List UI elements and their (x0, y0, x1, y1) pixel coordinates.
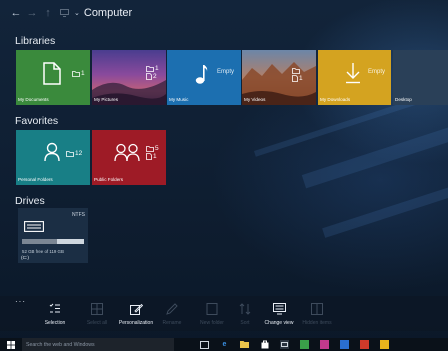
tile-label: Public Folders (94, 177, 124, 182)
drive-letter: (C:) (21, 256, 29, 261)
picture-counts: 1 2 (146, 65, 159, 80)
search-placeholder: Search the web and Windows (26, 341, 95, 348)
up-arrow-icon: ↑ (45, 7, 51, 19)
document-small-icon (146, 153, 152, 160)
red-app-icon[interactable] (360, 340, 369, 349)
selection-button[interactable]: Selection (32, 302, 78, 326)
folder-count: 1 (72, 70, 85, 77)
computer-location-button[interactable] (56, 3, 72, 23)
computer-app-icon[interactable] (280, 340, 289, 349)
command-label: Select all (86, 320, 108, 326)
edge-icon[interactable]: e (220, 340, 229, 349)
empty-label: Empty (217, 69, 235, 75)
drive-usage-bar (22, 239, 84, 244)
tile-label: My Videos (244, 97, 266, 102)
title-bar: ← → ↑ ⌄ Computer (0, 0, 448, 26)
command-label: New folder (200, 320, 224, 326)
window-title: Computer (83, 7, 133, 19)
back-arrow-icon: ← (10, 7, 22, 19)
forward-button[interactable]: → (24, 3, 40, 23)
change-view-icon (272, 302, 286, 314)
libraries-heading: Libraries (15, 35, 56, 47)
tile-label: My Downloads (320, 97, 351, 102)
rename-icon (166, 302, 178, 315)
favorite-tile-public-folders[interactable]: 5 1 Public Folders (92, 130, 166, 185)
green-app-icon[interactable] (300, 340, 309, 349)
drives-heading: Drives (15, 195, 45, 207)
filesystem-label: NTFS (71, 212, 85, 218)
hard-drive-icon (24, 221, 44, 232)
forward-arrow-icon: → (26, 7, 38, 19)
folder-count: 12 (66, 150, 82, 157)
tile-label: My Music (169, 97, 189, 102)
start-button[interactable] (0, 338, 22, 351)
location-dropdown[interactable]: ⌄ Computer (74, 7, 132, 19)
hidden-items-button[interactable]: Hidden items (294, 302, 340, 326)
command-label: Rename (162, 320, 182, 326)
monitor-icon (59, 9, 69, 17)
chevron-down-icon: ⌄ (74, 10, 80, 17)
drive-free-space: 52 GB free of 119 GB (22, 249, 64, 254)
video-counts: 1 (292, 68, 303, 82)
library-tile-desktop[interactable]: Desktop (393, 50, 448, 105)
tile-label: Personal Folders (18, 177, 53, 182)
document-small-icon (146, 73, 152, 80)
taskbar-search-box[interactable]: Search the web and Windows (22, 338, 174, 351)
tile-label: My Documents (18, 97, 49, 102)
task-view-icon[interactable] (200, 340, 209, 349)
back-button[interactable]: ← (8, 3, 24, 23)
empty-label: Empty (368, 69, 386, 75)
hidden-items-icon (311, 302, 323, 315)
blue-app-icon[interactable] (340, 340, 349, 349)
download-arrow-icon (346, 63, 360, 84)
command-label: Selection (44, 320, 66, 326)
taskbar: Search the web and Windows e (0, 338, 448, 351)
library-tile-videos[interactable]: 1 My Videos (242, 50, 316, 105)
folder-icon (292, 68, 300, 74)
taskbar-apps: e (200, 340, 389, 349)
folder-icon (146, 65, 154, 72)
folder-icon (146, 145, 154, 152)
library-tile-pictures[interactable]: 1 2 My Pictures (92, 50, 166, 105)
magenta-app-icon[interactable] (320, 340, 329, 349)
store-icon[interactable] (260, 340, 269, 349)
tile-label: My Pictures (94, 97, 118, 102)
favorite-tile-personal-folders[interactable]: 12 Personal Folders (16, 130, 90, 185)
command-label: Change view (264, 320, 294, 326)
favorites-heading: Favorites (15, 115, 59, 127)
people-icon (114, 143, 140, 162)
folder-icon (66, 150, 74, 157)
person-icon (44, 142, 60, 162)
command-label: Personalization (118, 320, 154, 326)
new-folder-icon (206, 302, 218, 315)
library-tile-downloads[interactable]: Empty My Downloads (318, 50, 391, 105)
command-label: Hidden items (302, 320, 332, 326)
up-button[interactable]: ↑ (40, 3, 56, 23)
command-label: Sort (240, 320, 250, 326)
windows-logo-icon (7, 340, 15, 349)
yellow-app-icon[interactable] (380, 340, 389, 349)
selection-icon (49, 303, 60, 313)
library-tile-documents[interactable]: 1 My Documents (16, 50, 90, 105)
sort-icon (239, 302, 251, 315)
tile-label: Desktop (395, 97, 412, 102)
drive-tile-c[interactable]: NTFS 52 GB free of 119 GB (C:) (18, 208, 88, 263)
drive-usage-fill (22, 239, 57, 244)
music-note-icon (195, 65, 208, 84)
more-options-button[interactable]: ··· (15, 297, 26, 306)
document-small-icon (292, 75, 298, 82)
library-tile-music[interactable]: Empty My Music (167, 50, 241, 105)
public-folder-counts: 5 1 (146, 145, 159, 160)
personalization-icon (129, 303, 143, 315)
select-all-icon (91, 302, 103, 315)
folder-icon (72, 70, 80, 77)
file-explorer-icon[interactable] (240, 340, 249, 349)
document-icon (43, 62, 61, 85)
